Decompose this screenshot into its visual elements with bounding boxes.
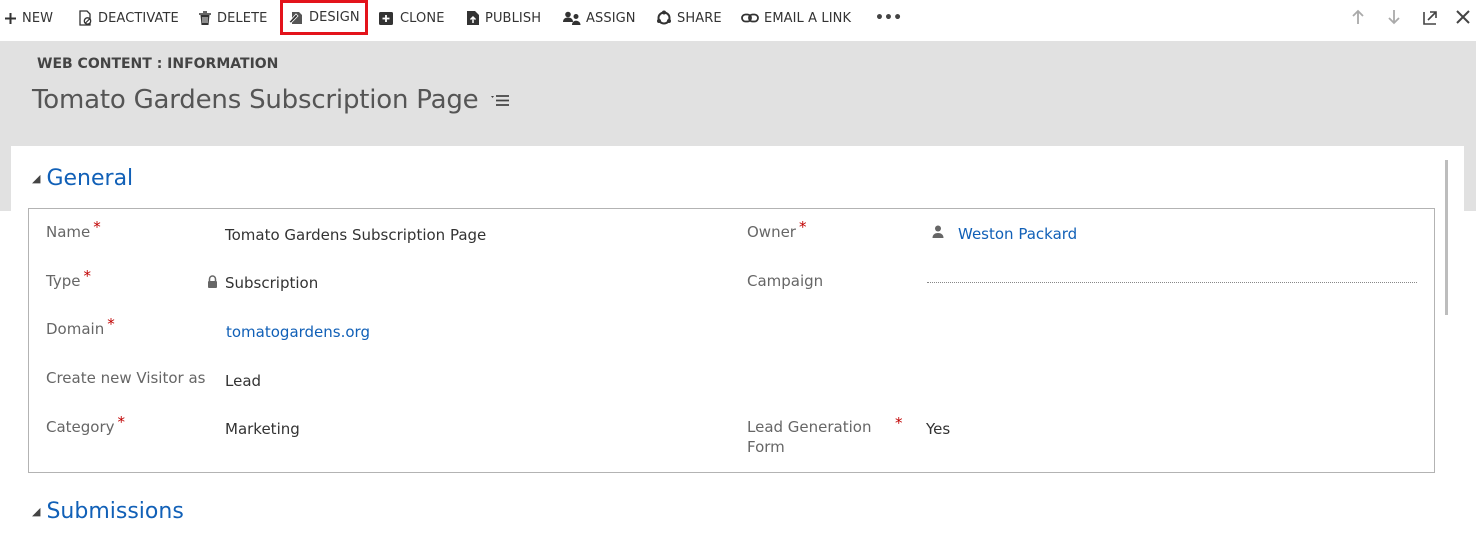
campaign-label: Campaign (747, 272, 824, 290)
lead-generation-field[interactable]: Yes (926, 419, 950, 439)
section-submissions-header[interactable]: ◢ Submissions (32, 499, 184, 524)
share-label: SHARE (677, 10, 722, 26)
owner-link[interactable]: Weston Packard (958, 224, 1077, 244)
command-bar: NEW DEACTIVATE DELETE DESIGN CLONE PUBLI… (0, 0, 1476, 40)
assign-label: ASSIGN (586, 10, 636, 26)
deactivate-icon (79, 10, 92, 26)
new-button[interactable]: NEW (4, 0, 53, 36)
more-icon: ••• (875, 10, 903, 26)
name-label: Name * (46, 218, 101, 241)
delete-label: DELETE (217, 10, 268, 26)
assign-users-icon (563, 11, 581, 25)
clone-button[interactable]: CLONE (378, 0, 445, 36)
section-general-header[interactable]: ◢ General (32, 166, 133, 191)
new-label: NEW (22, 10, 54, 26)
required-marker: * (895, 414, 903, 432)
plus-icon (5, 12, 16, 24)
previous-record-icon[interactable] (1351, 8, 1365, 26)
owner-label: Owner * (747, 218, 807, 241)
trash-icon (199, 10, 211, 25)
name-field[interactable]: Tomato Gardens Subscription Page (225, 225, 486, 245)
publish-label: PUBLISH (485, 10, 542, 26)
category-label: Category * (46, 413, 126, 436)
visitor-field[interactable]: Lead (225, 371, 261, 391)
type-label: Type * (46, 267, 91, 290)
collapse-triangle-icon: ◢ (32, 172, 41, 185)
delete-button[interactable]: DELETE (198, 0, 267, 36)
email-link-label: EMAIL A LINK (764, 10, 852, 26)
clone-label: CLONE (400, 10, 445, 26)
required-marker: * (107, 315, 115, 333)
vertical-scrollbar[interactable] (1445, 160, 1448, 315)
share-button[interactable]: SHARE (656, 0, 722, 36)
visitor-label: Create new Visitor as (46, 369, 206, 387)
lead-generation-label: Lead Generation Form (747, 418, 872, 456)
campaign-lookup-field[interactable] (927, 282, 1417, 283)
record-title: Tomato Gardens Subscription Page (32, 85, 510, 115)
section-submissions-title: Submissions (46, 499, 184, 524)
design-label: DESIGN (309, 10, 360, 25)
deactivate-label: DEACTIVATE (98, 10, 179, 26)
domain-label: Domain * (46, 315, 115, 338)
share-icon (657, 10, 671, 25)
lock-icon (208, 275, 217, 288)
section-general-title: General (46, 166, 134, 191)
clone-icon (379, 12, 393, 25)
design-button[interactable]: DESIGN (280, 0, 368, 35)
link-icon (741, 13, 759, 23)
domain-link[interactable]: tomatogardens.org (226, 322, 370, 342)
design-icon (288, 12, 302, 24)
email-link-button[interactable]: EMAIL A LINK (741, 0, 851, 36)
more-commands-button[interactable]: ••• (875, 0, 902, 36)
entity-form-label: WEB CONTENT : INFORMATION (37, 56, 279, 72)
collapse-triangle-icon: ◢ (32, 505, 41, 518)
required-marker: * (798, 218, 807, 236)
user-icon (932, 225, 944, 238)
record-title-text: Tomato Gardens Subscription Page (32, 85, 479, 115)
assign-button[interactable]: ASSIGN (563, 0, 636, 36)
required-marker: * (117, 413, 126, 431)
form-selector-icon[interactable] (490, 93, 510, 107)
type-field: Subscription (225, 274, 319, 292)
publish-icon (467, 11, 479, 25)
close-icon[interactable] (1455, 8, 1471, 26)
publish-button[interactable]: PUBLISH (466, 0, 541, 36)
next-record-icon[interactable] (1387, 8, 1401, 26)
required-marker: * (83, 267, 91, 285)
required-marker: * (93, 218, 101, 236)
pop-out-icon[interactable] (1422, 8, 1438, 26)
deactivate-button[interactable]: DEACTIVATE (78, 0, 179, 36)
category-field[interactable]: Marketing (225, 419, 300, 439)
